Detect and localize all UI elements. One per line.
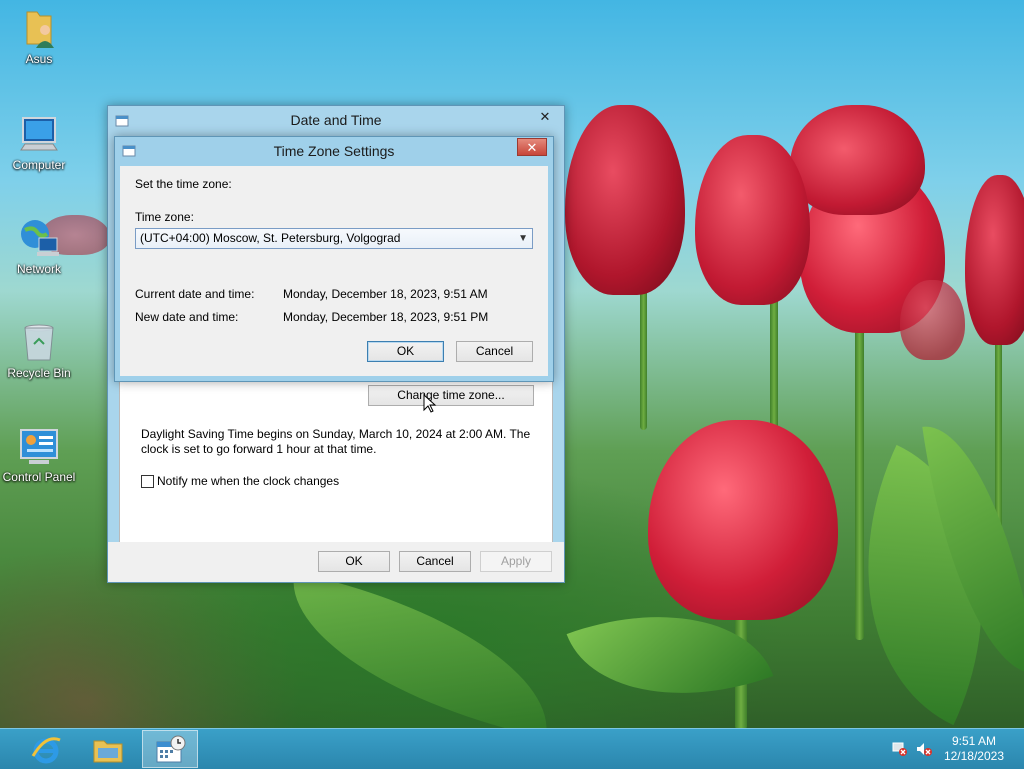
desktop-icon-network[interactable]: Network — [0, 216, 78, 276]
desktop-icon-label: Network — [16, 262, 61, 276]
clock-date: 12/18/2023 — [943, 749, 1004, 763]
desktop-icon-asus[interactable]: Asus — [0, 6, 78, 66]
dialog-body: Set the time zone: Time zone: (UTC+04:00… — [120, 166, 548, 376]
dialog-title: Time Zone Settings — [273, 143, 395, 159]
taskbar-file-explorer[interactable] — [80, 730, 136, 768]
ok-button[interactable]: OK — [318, 551, 390, 572]
window-title: Date and Time — [290, 112, 382, 128]
mouse-cursor-icon — [423, 394, 437, 413]
new-date-time-value: Monday, December 18, 2023, 9:51 PM — [283, 310, 489, 324]
leaf — [271, 572, 569, 728]
desktop-icon-control-panel[interactable]: Control Panel — [0, 424, 78, 484]
cancel-button[interactable]: Cancel — [456, 341, 533, 362]
time-zone-label: Time zone: — [135, 210, 194, 224]
taskbar: 9:51 AM 12/18/2023 — [0, 728, 1024, 769]
tulip-flower — [965, 175, 1024, 345]
date-and-time-icon — [156, 735, 186, 763]
time-zone-settings-dialog: Time Zone Settings ✕ Set the time zone: … — [114, 136, 554, 382]
taskbar-internet-explorer[interactable] — [18, 730, 74, 768]
taskbar-date-and-time[interactable] — [142, 730, 198, 768]
close-button[interactable]: ✕ — [530, 107, 560, 125]
control-panel-icon — [17, 424, 61, 468]
network-icon — [17, 216, 61, 260]
tulip-flower — [790, 105, 925, 215]
desktop-icon-label: Computer — [12, 158, 66, 172]
dst-info-line-1: Daylight Saving Time begins on Sunday, M… — [141, 427, 531, 441]
new-date-time-label: New date and time: — [135, 310, 239, 324]
user-folder-icon — [17, 6, 61, 50]
chevron-down-icon: ▼ — [518, 233, 528, 244]
close-icon: ✕ — [526, 140, 538, 155]
current-date-time-value: Monday, December 18, 2023, 9:51 AM — [283, 287, 488, 301]
current-date-time-label: Current date and time: — [135, 287, 255, 301]
desktop-icon-label: Recycle Bin — [7, 366, 71, 380]
tulip-flower — [565, 105, 685, 295]
close-button[interactable]: ✕ — [517, 138, 547, 156]
cancel-button[interactable]: Cancel — [399, 551, 471, 572]
desktop-icon-label: Control Panel — [2, 470, 76, 484]
computer-icon — [17, 112, 61, 156]
set-time-zone-label: Set the time zone: — [135, 177, 232, 191]
time-zone-value: (UTC+04:00) Moscow, St. Petersburg, Volg… — [140, 231, 401, 245]
tulip-flower — [695, 135, 810, 305]
desktop-icon-computer[interactable]: Computer — [0, 112, 78, 172]
network-status-icon[interactable] — [892, 741, 908, 757]
notify-checkbox[interactable] — [141, 475, 154, 488]
internet-explorer-icon — [31, 737, 61, 764]
close-icon: ✕ — [539, 109, 551, 124]
volume-muted-icon[interactable] — [916, 741, 932, 757]
tulip-stem — [855, 320, 864, 640]
apply-button[interactable]: Apply — [480, 551, 552, 572]
recycle-bin-icon — [17, 320, 61, 364]
tulip-flower — [900, 280, 965, 360]
file-explorer-icon — [93, 740, 123, 763]
clock-time: 9:51 AM — [951, 734, 996, 748]
desktop-icon-recycle-bin[interactable]: Recycle Bin — [0, 320, 78, 380]
ok-button[interactable]: OK — [367, 341, 444, 362]
time-zone-dropdown[interactable]: (UTC+04:00) Moscow, St. Petersburg, Volg… — [135, 228, 533, 249]
tulip-flower — [648, 420, 838, 620]
taskbar-clock[interactable]: 9:51 AM 12/18/2023 — [944, 734, 1004, 764]
notify-checkbox-label[interactable]: Notify me when the clock changes — [157, 474, 339, 488]
change-time-zone-button[interactable]: Change time zone... — [368, 385, 534, 406]
desktop-icon-label: Asus — [25, 52, 53, 66]
dst-info-line-2: clock is set to go forward 1 hour at tha… — [141, 442, 377, 456]
